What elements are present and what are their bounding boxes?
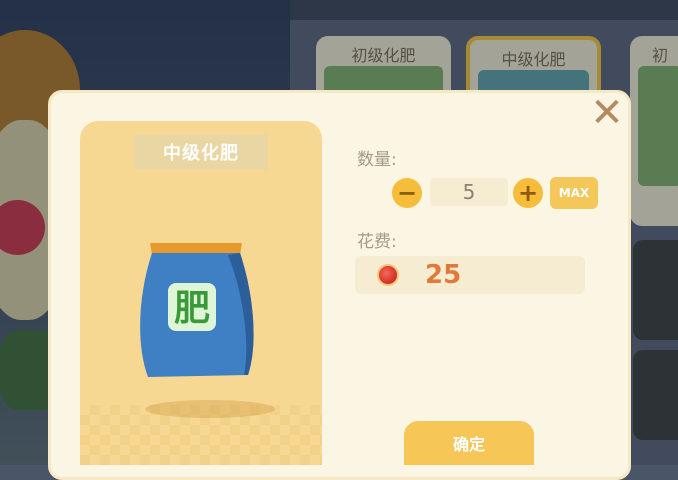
coin-icon bbox=[377, 264, 399, 286]
bag-shadow bbox=[145, 400, 275, 418]
confirm-button-label: 确定 bbox=[452, 435, 485, 454]
confirm-button[interactable]: 确定 bbox=[404, 421, 534, 465]
max-quantity-button[interactable]: MAX bbox=[550, 177, 598, 209]
close-button[interactable]: ✕ bbox=[585, 90, 629, 136]
quantity-label: 数量: bbox=[357, 150, 397, 170]
quantity-plus-button[interactable]: + bbox=[513, 178, 543, 208]
quantity-minus-button[interactable]: − bbox=[392, 178, 422, 208]
plus-icon: + bbox=[517, 179, 539, 207]
item-name-label: 中级化肥 bbox=[134, 134, 268, 170]
bag-label: 肥 bbox=[174, 288, 210, 329]
max-button-label: MAX bbox=[558, 186, 590, 200]
cost-label: 花费: bbox=[357, 232, 397, 252]
cost-value: 25 bbox=[425, 260, 462, 290]
close-icon: ✕ bbox=[590, 90, 624, 136]
minus-icon: − bbox=[396, 179, 418, 207]
fertilizer-bag-icon: 肥 bbox=[140, 243, 254, 377]
quantity-value[interactable]: 5 bbox=[430, 178, 508, 206]
